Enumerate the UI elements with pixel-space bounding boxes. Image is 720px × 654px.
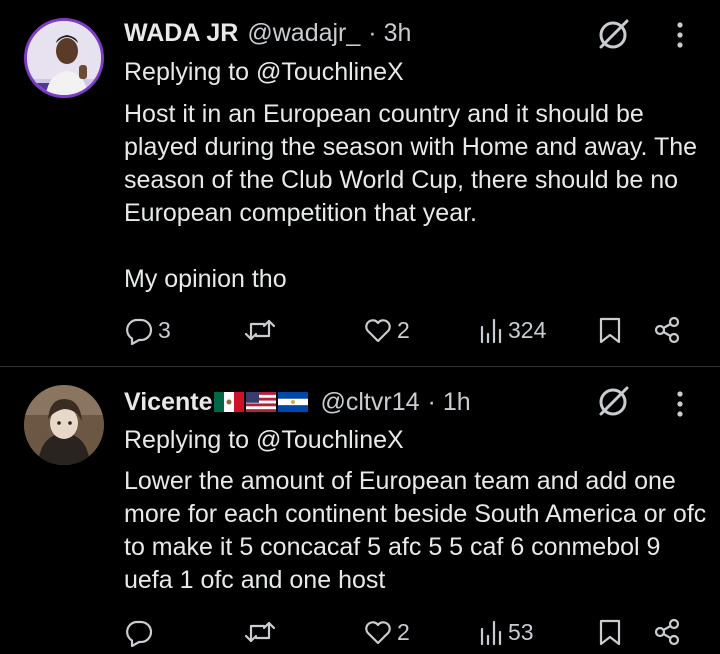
display-name[interactable]: WADA JR [124,19,238,48]
reply-count: 3 [158,316,171,343]
more-icon[interactable] [668,16,692,52]
reply-button[interactable]: 3 [124,312,171,348]
like-icon [365,319,391,343]
views-icon [480,620,502,646]
reply-icon [126,318,153,345]
avatar-image [24,385,104,465]
action-bar: 2 53 [0,614,720,650]
mexico-flag-icon [214,392,245,412]
bookmark-icon [599,619,621,646]
user-handle[interactable]: @cltvr14 [320,388,419,417]
display-name[interactable]: Vicente [124,388,212,417]
user-handle[interactable]: @wadajr_ [247,19,360,48]
replying-to[interactable]: Replying to @TouchlineX [124,58,404,87]
replying-to[interactable]: Replying to @TouchlineX [124,426,404,455]
tweet-text: Host it in an European country and it sh… [124,98,709,296]
timestamp[interactable]: 1h [443,388,471,417]
repost-button[interactable] [244,614,280,650]
views-button[interactable]: 324 [478,312,546,348]
timestamp[interactable]: 3h [384,19,412,48]
like-icon [365,621,391,645]
views-icon [480,318,502,344]
like-count: 2 [397,316,410,343]
tweet-text: Lower the amount of European team and ad… [124,465,709,597]
tweet-paragraph: Lower the amount of European team and ad… [124,467,707,594]
tweet[interactable]: WADA JR @wadajr_ · 3h Replying to @Touch… [0,0,720,366]
share-button[interactable] [652,614,682,650]
views-button[interactable]: 53 [478,614,534,650]
reply-button[interactable] [124,614,158,650]
share-button[interactable] [652,312,682,348]
tweet-header: Vicente @cltvr14 · 1h [124,385,471,419]
tweet-paragraph: Host it in an European country and it sh… [124,100,698,227]
usa-flag-icon [246,392,277,412]
like-button[interactable]: 2 [363,614,410,650]
bookmark-button[interactable] [597,312,623,348]
avatar[interactable] [24,385,104,465]
avatar[interactable] [24,18,104,98]
tweet-paragraph: My opinion tho [124,265,287,293]
el-salvador-flag-icon [278,392,309,412]
tweet[interactable]: Vicente @cltvr14 · 1h Replying to @Touch… [0,367,720,654]
separator-dot: · [368,18,377,47]
like-button[interactable]: 2 [363,312,410,348]
views-count: 324 [508,316,547,343]
repost-icon [244,621,276,643]
share-icon [654,618,680,646]
grok-icon[interactable] [596,16,632,52]
repost-icon [244,319,276,341]
bookmark-icon [599,317,621,344]
avatar-image [27,21,101,95]
repost-button[interactable] [244,312,280,348]
reply-icon [126,620,153,647]
bookmark-button[interactable] [597,614,623,650]
grok-icon[interactable] [596,383,632,419]
action-bar: 3 2 324 [0,312,720,348]
share-icon [654,316,680,344]
more-icon[interactable] [668,385,692,421]
views-count: 53 [508,618,534,645]
tweet-header: WADA JR @wadajr_ · 3h [124,16,411,50]
separator-dot: · [427,387,436,416]
like-count: 2 [397,618,410,645]
